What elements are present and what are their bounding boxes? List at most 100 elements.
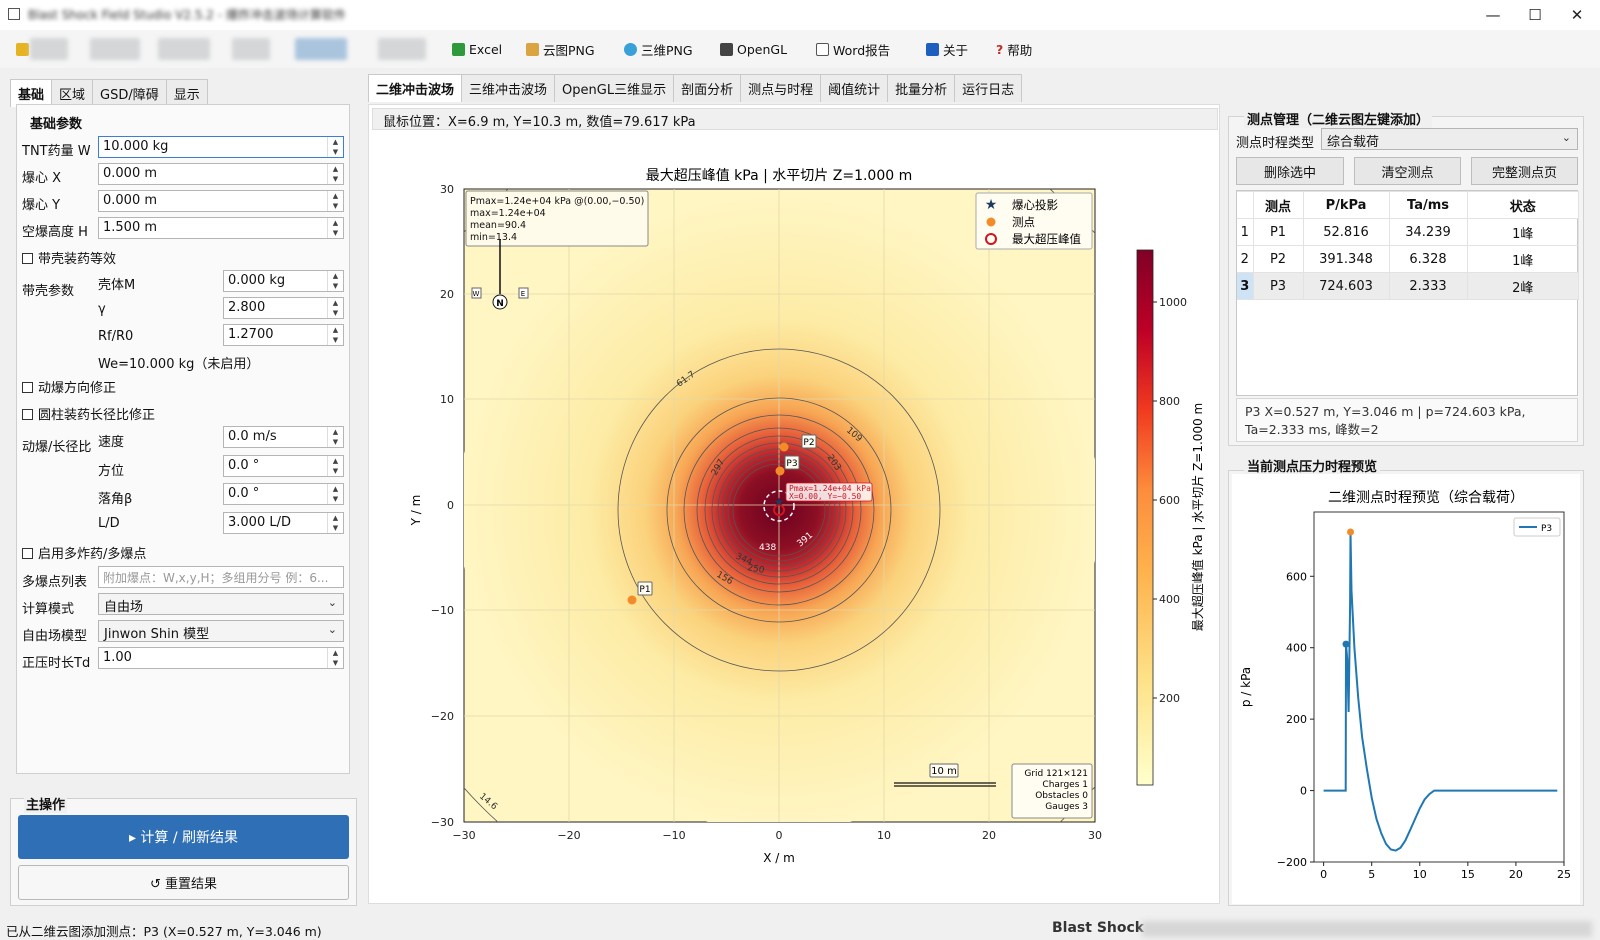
tab-3d-field[interactable]: 三维冲击波场 bbox=[461, 74, 556, 102]
td-input[interactable]: 1.00 ▲ ▼ bbox=[98, 647, 344, 669]
legend-center: 爆心投影 bbox=[1012, 198, 1058, 212]
cell-gauge[interactable]: P3 bbox=[1252, 272, 1304, 300]
close-button[interactable]: ✕ bbox=[1554, 2, 1600, 28]
word-report-button[interactable]: Word报告 bbox=[816, 39, 890, 59]
tab-2d-field[interactable]: 二维冲击波场 bbox=[368, 74, 463, 102]
minimize-button[interactable]: — bbox=[1470, 2, 1516, 28]
col-pressure[interactable]: P/kPa bbox=[1302, 191, 1390, 219]
table-row[interactable]: 1 P1 52.816 34.239 1峰 bbox=[1237, 218, 1579, 246]
tab-basic[interactable]: 基础 bbox=[10, 79, 53, 107]
mouse-position-bar: 鼠标位置：X=6.9 m, Y=10.3 m, 数值=79.617 kPa bbox=[372, 108, 1218, 130]
col-gauge[interactable]: 测点 bbox=[1252, 191, 1304, 219]
free-model-select[interactable]: Jinwon Shin 模型 ⌄ bbox=[98, 620, 344, 642]
cell-pressure[interactable]: 52.816 bbox=[1302, 218, 1390, 246]
svg-text:mean=90.4: mean=90.4 bbox=[470, 220, 526, 231]
tab-display[interactable]: 显示 bbox=[165, 79, 208, 107]
monitor-icon bbox=[720, 42, 733, 56]
toolbar-hidden-item[interactable] bbox=[232, 38, 270, 60]
title-bar: Blast Shock Field Studio V2.5.2 - 爆炸冲击波场… bbox=[0, 0, 1600, 30]
dynamic-checkbox[interactable]: 动爆方向修正 bbox=[22, 377, 116, 396]
toolbar-hidden-item[interactable] bbox=[295, 38, 347, 60]
cell-arrival[interactable]: 2.333 bbox=[1388, 272, 1468, 300]
tab-log[interactable]: 运行日志 bbox=[954, 74, 1023, 102]
tab-batch[interactable]: 批量分析 bbox=[887, 74, 956, 102]
export-contour-png-button[interactable]: 云图PNG bbox=[526, 39, 595, 59]
contour-plot[interactable]: 最大超压峰值 kPa | 水平切片 Z=1.000 m 61.7 109 203… bbox=[372, 134, 1218, 906]
cell-pressure[interactable]: 724.603 bbox=[1302, 272, 1390, 300]
rf-input[interactable]: 1.2700 ▲ ▼ bbox=[223, 324, 344, 346]
maximize-button[interactable]: ☐ bbox=[1512, 2, 1558, 28]
cell-arrival[interactable]: 34.239 bbox=[1388, 218, 1468, 246]
tab-threshold[interactable]: 阈值统计 bbox=[820, 74, 889, 102]
cell-arrival[interactable]: 6.328 bbox=[1388, 245, 1468, 273]
table-row[interactable]: 2 P2 391.348 6.328 1峰 bbox=[1237, 245, 1579, 273]
gauge-point-p2[interactable] bbox=[779, 442, 789, 452]
export-3d-png-button[interactable]: 三维PNG bbox=[624, 39, 693, 59]
reset-button[interactable]: ↺ 重置结果 bbox=[18, 865, 349, 900]
tnt-input[interactable]: 10.000 kg ▲ ▼ bbox=[98, 136, 344, 158]
toolbar-hidden-item[interactable] bbox=[30, 38, 68, 60]
x-tick-label: 25 bbox=[1557, 868, 1571, 881]
folder-icon[interactable] bbox=[16, 39, 29, 59]
center-y-input[interactable]: 0.000 m ▲ ▼ bbox=[98, 190, 344, 212]
cylinder-checkbox[interactable]: 圆柱装药长径比修正 bbox=[22, 404, 155, 423]
tab-section[interactable]: 剖面分析 bbox=[673, 74, 742, 102]
azimuth-input[interactable]: 0.0 ° ▲ ▼ bbox=[223, 455, 344, 477]
gauge-table-frame: 测点 P/kPa Ta/ms 状态 1 P1 52.816 34.239 1峰 … bbox=[1236, 190, 1579, 396]
center-x-input[interactable]: 0.000 m ▲ ▼ bbox=[98, 163, 344, 185]
y-axis-label: Y / m bbox=[409, 495, 423, 527]
svg-text:0: 0 bbox=[776, 829, 783, 842]
tnt-label: TNT药量 W bbox=[22, 144, 91, 159]
legend-peak: 最大超压峰值 bbox=[1012, 232, 1081, 246]
tab-gauges[interactable]: 测点与时程 bbox=[740, 74, 822, 102]
table-row-selected[interactable]: 3 P3 724.603 2.333 2峰 bbox=[1237, 272, 1579, 300]
fall-angle-label: 落角β bbox=[98, 492, 133, 507]
export-excel-button[interactable]: Excel bbox=[452, 39, 502, 59]
gauge-type-select[interactable]: 综合载荷 ⌄ bbox=[1321, 128, 1578, 150]
help-button[interactable]: ? 帮助 bbox=[996, 39, 1032, 59]
cell-state[interactable]: 1峰 bbox=[1466, 218, 1579, 246]
opengl-button[interactable]: OpenGL bbox=[720, 39, 787, 59]
multi-list-input[interactable]: 附加爆点：W,x,y,H；多组用分号 例：6... bbox=[98, 566, 344, 588]
shell-checkbox[interactable]: 带壳装药等效 bbox=[22, 248, 116, 267]
checkbox-icon bbox=[22, 548, 33, 559]
calculate-button[interactable]: ▸ 计算 / 刷新结果 bbox=[18, 815, 349, 859]
toolbar-hidden-item[interactable] bbox=[90, 38, 140, 60]
toolbar-hidden-item[interactable] bbox=[378, 38, 426, 60]
full-gauges-page-button[interactable]: 完整测点页 bbox=[1471, 157, 1578, 185]
speed-input[interactable]: 0.0 m/s ▲ ▼ bbox=[223, 426, 344, 448]
azimuth-label: 方位 bbox=[98, 464, 125, 479]
cell-gauge[interactable]: P1 bbox=[1252, 218, 1304, 246]
svg-text:−10: −10 bbox=[431, 604, 454, 617]
basic-params-title: 基础参数 bbox=[30, 117, 83, 132]
multi-charge-checkbox[interactable]: 启用多炸药/多爆点 bbox=[22, 543, 146, 562]
legend-series-name: P3 bbox=[1541, 524, 1552, 534]
shell-mass-input[interactable]: 0.000 kg ▲ ▼ bbox=[223, 270, 344, 292]
delete-selected-button[interactable]: 删除选中 bbox=[1236, 157, 1344, 185]
height-label: 空爆高度 H bbox=[22, 225, 88, 240]
cell-pressure[interactable]: 391.348 bbox=[1302, 245, 1390, 273]
center-y-label: 爆心 Y bbox=[22, 198, 61, 213]
fall-angle-input[interactable]: 0.0 ° ▲ ▼ bbox=[223, 483, 344, 505]
tab-opengl[interactable]: OpenGL三维显示 bbox=[554, 74, 675, 102]
x-tick-labels: −30 −20 −10 0 10 20 30 bbox=[452, 829, 1102, 842]
gauge-label-p2: P2 bbox=[803, 438, 814, 448]
cell-state[interactable]: 1峰 bbox=[1466, 245, 1579, 273]
height-input[interactable]: 1.500 m ▲ ▼ bbox=[98, 217, 344, 239]
col-state[interactable]: 状态 bbox=[1466, 191, 1579, 219]
about-button[interactable]: 关于 bbox=[926, 39, 968, 59]
gauge-point-p3[interactable] bbox=[775, 466, 785, 476]
col-arrival[interactable]: Ta/ms bbox=[1388, 191, 1468, 219]
gauge-point-p1[interactable] bbox=[627, 595, 637, 605]
toolbar-hidden-item[interactable] bbox=[158, 38, 210, 60]
cell-gauge[interactable]: P2 bbox=[1252, 245, 1304, 273]
calc-mode-select[interactable]: 自由场 ⌄ bbox=[98, 593, 344, 615]
clear-gauges-button[interactable]: 清空测点 bbox=[1354, 157, 1461, 185]
cell-state[interactable]: 2峰 bbox=[1466, 272, 1579, 300]
tab-gsd-obstacle[interactable]: GSD/障碍 bbox=[92, 79, 167, 107]
tab-region[interactable]: 区域 bbox=[51, 79, 94, 107]
status-message: 已从二维云图添加测点：P3 (X=0.527 m, Y=3.046 m) bbox=[6, 924, 322, 939]
ld-input[interactable]: 3.000 L/D ▲ ▼ bbox=[223, 512, 344, 534]
time-history-chart[interactable]: 二维测点时程预览（综合载荷） p / kPa 0 5 10 15 20 25 −200 0 20… bbox=[1232, 474, 1580, 904]
gamma-input[interactable]: 2.800 ▲ ▼ bbox=[223, 297, 344, 319]
